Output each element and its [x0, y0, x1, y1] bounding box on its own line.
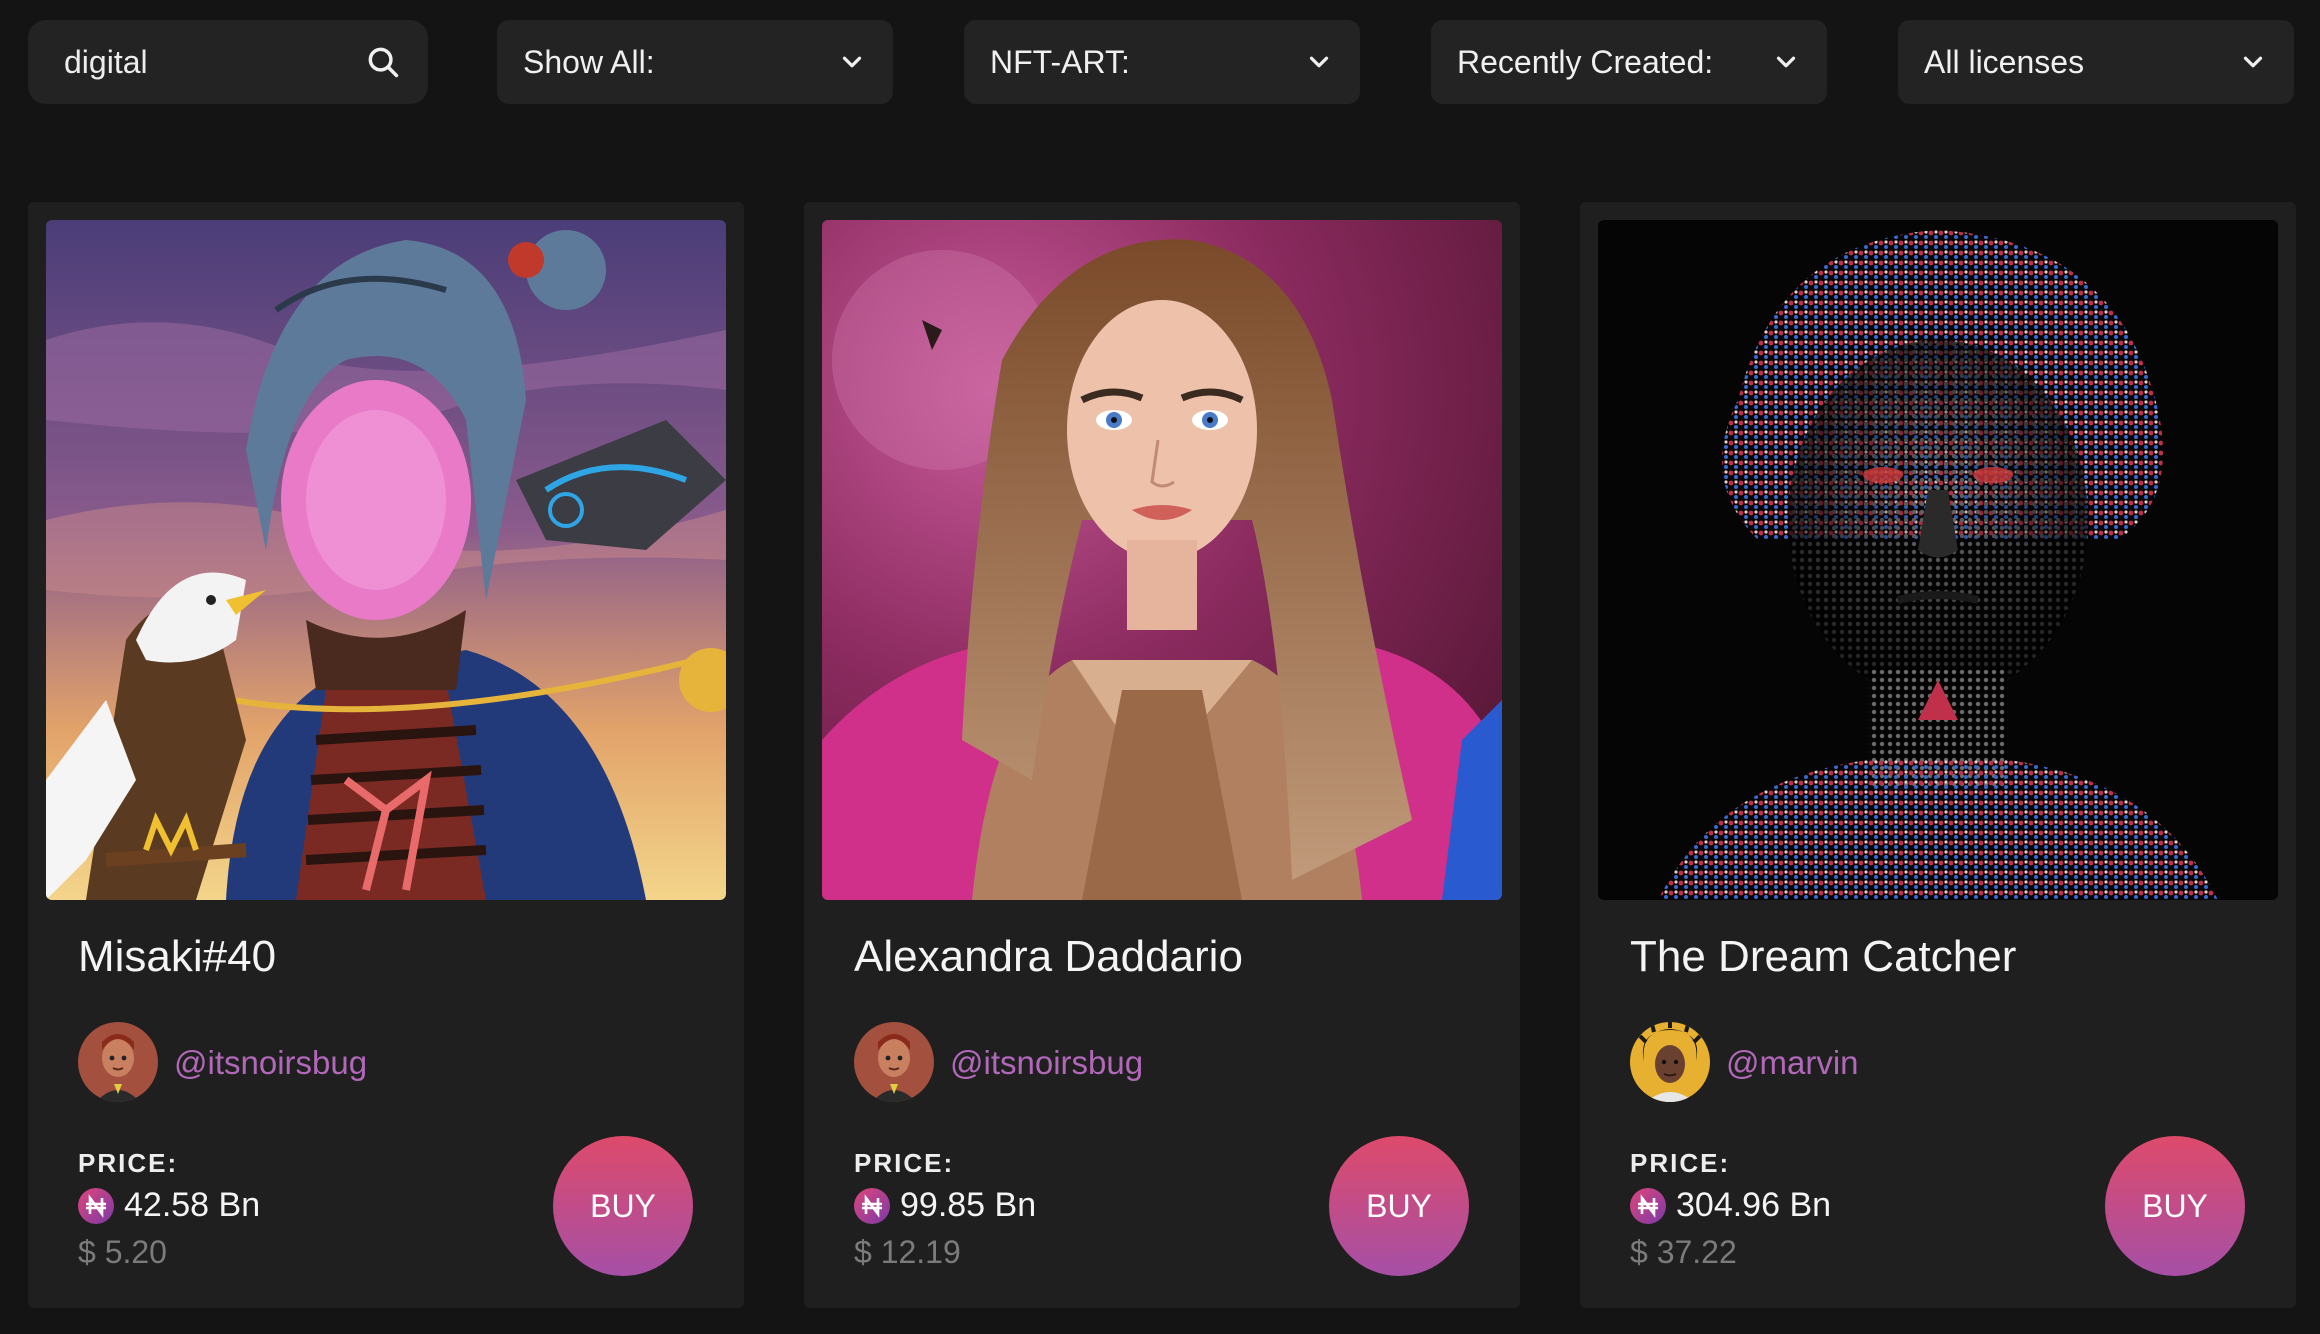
price-label: PRICE:: [78, 1148, 179, 1178]
naira-coin-icon: [78, 1187, 114, 1224]
creator-avatar[interactable]: [78, 1022, 158, 1102]
category-dropdown[interactable]: NFT-ART:: [964, 20, 1360, 104]
category-label: NFT-ART:: [990, 43, 1130, 80]
price-usd: $ 5.20: [78, 1234, 167, 1270]
naira-coin-icon: [854, 1187, 890, 1224]
creator-handle[interactable]: @marvin: [1726, 1044, 1859, 1082]
filter-bar: digital Show All: NFT-ART: Recently Crea…: [28, 20, 2294, 104]
nft-title[interactable]: Alexandra Daddario: [854, 932, 1243, 982]
buy-button[interactable]: BUY: [2105, 1136, 2245, 1276]
creator-handle[interactable]: @itsnoirsbug: [174, 1044, 367, 1082]
chevron-down-icon: [842, 56, 862, 68]
price-label: PRICE:: [1630, 1148, 1731, 1178]
creator-avatar[interactable]: [854, 1022, 934, 1102]
creator-handle[interactable]: @itsnoirsbug: [950, 1044, 1143, 1082]
search-icon[interactable]: [364, 43, 402, 81]
price-usd: $ 37.22: [1630, 1234, 1737, 1270]
price-token-value: 42.58 Bn: [124, 1186, 261, 1224]
price-token: 304.96 Bn: [1630, 1186, 1831, 1225]
price-token-value: 304.96 Bn: [1676, 1186, 1832, 1224]
sort-dropdown[interactable]: Recently Created:: [1431, 20, 1827, 104]
price-usd: $ 12.19: [854, 1234, 961, 1270]
nft-card[interactable]: Alexandra Daddario @itsnoirsbug PRICE: 9…: [804, 202, 1520, 1308]
nft-title[interactable]: The Dream Catcher: [1630, 932, 2016, 982]
price-token-value: 99.85 Bn: [900, 1186, 1037, 1224]
price-label: PRICE:: [854, 1148, 955, 1178]
creator-avatar[interactable]: [1630, 1022, 1710, 1102]
show-all-dropdown[interactable]: Show All:: [497, 20, 893, 104]
chevron-down-icon: [1776, 56, 1796, 68]
price-token: 99.85 Bn: [854, 1186, 1036, 1225]
nft-artwork-image[interactable]: [822, 220, 1502, 900]
license-dropdown[interactable]: All licenses: [1898, 20, 2294, 104]
nft-title[interactable]: Misaki#40: [78, 932, 276, 982]
search-input[interactable]: digital: [64, 44, 364, 81]
license-label: All licenses: [1924, 43, 2085, 80]
nft-card[interactable]: Misaki#40 @itsnoirsbug PRICE: 42.58 Bn $…: [28, 202, 744, 1308]
nft-card[interactable]: The Dream Catcher @marvin PRICE: 304.96 …: [1580, 202, 2296, 1308]
buy-button[interactable]: BUY: [1329, 1136, 1469, 1276]
sort-label: Recently Created:: [1457, 43, 1714, 80]
chevron-down-icon: [2243, 56, 2263, 68]
show-all-label: Show All:: [523, 43, 655, 80]
search-box[interactable]: digital: [28, 20, 428, 104]
price-token: 42.58 Bn: [78, 1186, 260, 1225]
buy-button[interactable]: BUY: [553, 1136, 693, 1276]
chevron-down-icon: [1309, 56, 1329, 68]
naira-coin-icon: [1630, 1187, 1666, 1224]
nft-artwork-image[interactable]: [1598, 220, 2278, 900]
nft-artwork-image[interactable]: [46, 220, 726, 900]
